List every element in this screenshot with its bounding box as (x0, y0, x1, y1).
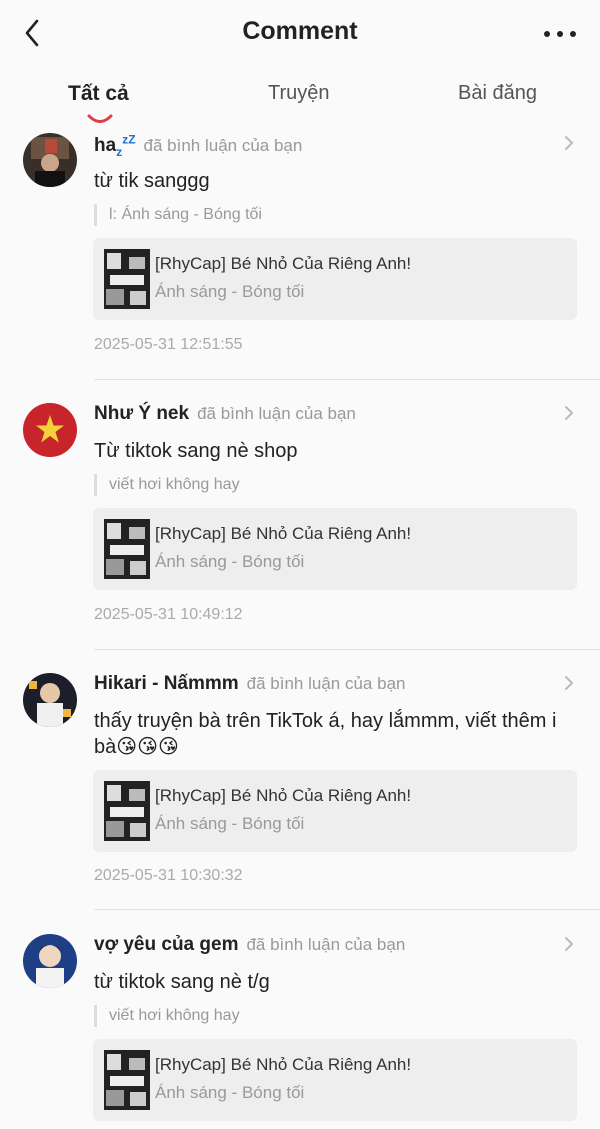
book-subtitle: Ánh sáng - Bóng tối (155, 1083, 305, 1102)
tab-posts[interactable]: Bài đăng (458, 82, 537, 105)
tab-bar: Tất cả Truyện Bài đăng (0, 70, 600, 126)
avatar[interactable] (23, 673, 77, 727)
quoted-text: viết hơi không hay (94, 474, 240, 496)
comment-header: Như Ý nek đã bình luận của bạn (94, 403, 356, 425)
quoted-text: viết hơi không hay (94, 1005, 240, 1027)
kiss-emoji-icon: 😘 (137, 736, 158, 758)
divider (94, 909, 600, 910)
kiss-emoji-icon: 😘 (157, 736, 179, 758)
action-text: đã bình luận của bạn (197, 404, 356, 423)
comment-text: thấy truyện bà trên TikTok á, hay lắmmm,… (94, 708, 584, 760)
book-card[interactable]: [RhyCap] Bé Nhỏ Của Riêng Anh! Ánh sáng … (93, 770, 577, 852)
comment-header: Hikari - Nấmmm đã bình luận của bạn (94, 673, 405, 695)
more-button[interactable] (540, 24, 580, 44)
chevron-right-icon[interactable] (562, 934, 576, 954)
active-tab-indicator (87, 114, 113, 123)
book-subtitle: Ánh sáng - Bóng tối (155, 814, 305, 833)
divider (94, 649, 600, 650)
avatar[interactable] (23, 403, 77, 457)
comment-text: từ tik sanggg (94, 170, 210, 192)
timestamp: 2025-05-31 12:51:55 (94, 336, 243, 353)
book-subtitle: Ánh sáng - Bóng tối (155, 282, 305, 301)
username[interactable]: vợ yêu của gem (94, 934, 238, 955)
header: Comment (0, 0, 600, 68)
chevron-right-icon[interactable] (562, 133, 576, 153)
comment-text-line: thấy truyện bà trên TikTok á, hay lắmmm,… (94, 710, 557, 732)
book-card[interactable]: [RhyCap] Bé Nhỏ Của Riêng Anh! Ánh sáng … (93, 508, 577, 590)
book-card[interactable]: [RhyCap] Bé Nhỏ Của Riêng Anh! Ánh sáng … (93, 238, 577, 320)
chevron-right-icon[interactable] (562, 403, 576, 423)
chevron-right-icon[interactable] (562, 673, 576, 693)
action-text: đã bình luận của bạn (246, 674, 406, 693)
comment-item[interactable]: Hikari - Nấmmm đã bình luận của bạn thấy … (0, 668, 600, 920)
comment-item[interactable]: hazzZ đã bình luận của bạn từ tik sanggg … (0, 128, 600, 380)
book-cover (104, 1050, 150, 1110)
comment-item[interactable]: Như Ý nek đã bình luận của bạn Từ tiktok … (0, 398, 600, 650)
more-icon (544, 31, 576, 37)
comment-text: Từ tiktok sang nè shop (94, 440, 298, 462)
book-cover (104, 781, 150, 841)
divider (94, 379, 600, 380)
book-card[interactable]: [RhyCap] Bé Nhỏ Của Riêng Anh! Ánh sáng … (93, 1039, 577, 1121)
comment-header: vợ yêu của gem đã bình luận của bạn (94, 934, 405, 956)
action-text: đã bình luận của bạn (143, 136, 303, 156)
username[interactable]: Như Ý nek (94, 403, 189, 424)
book-title: [RhyCap] Bé Nhỏ Của Riêng Anh! (155, 524, 412, 543)
book-cover (104, 519, 150, 579)
comment-text-line: bà😘😘😘 (94, 736, 179, 758)
avatar[interactable] (23, 934, 77, 988)
page-title: Comment (242, 17, 358, 45)
comment-text: từ tiktok sang nè t/g (94, 971, 270, 993)
username[interactable]: hazzZ (94, 133, 136, 159)
comment-header: hazzZ đã bình luận của bạn (94, 133, 302, 159)
book-title: [RhyCap] Bé Nhỏ Của Riêng Anh! (155, 1055, 412, 1074)
quoted-text: l: Ánh sáng - Bóng tối (94, 204, 262, 226)
username[interactable]: Hikari - Nấmmm (94, 673, 239, 694)
book-title: [RhyCap] Bé Nhỏ Của Riêng Anh! (155, 786, 412, 805)
comment-item[interactable]: vợ yêu của gem đã bình luận của bạn từ ti… (0, 929, 600, 1129)
book-title: [RhyCap] Bé Nhỏ Của Riêng Anh! (155, 254, 412, 273)
kiss-emoji-icon: 😘 (116, 736, 138, 758)
avatar[interactable] (23, 133, 77, 187)
timestamp: 2025-05-31 10:49:12 (94, 606, 243, 623)
book-subtitle: Ánh sáng - Bóng tối (155, 552, 305, 571)
action-text: đã bình luận của bạn (246, 935, 406, 954)
timestamp: 2025-05-31 10:30:32 (94, 867, 243, 884)
tab-stories[interactable]: Truyện (268, 82, 330, 105)
tab-all[interactable]: Tất cả (68, 82, 129, 106)
book-cover (104, 249, 150, 309)
